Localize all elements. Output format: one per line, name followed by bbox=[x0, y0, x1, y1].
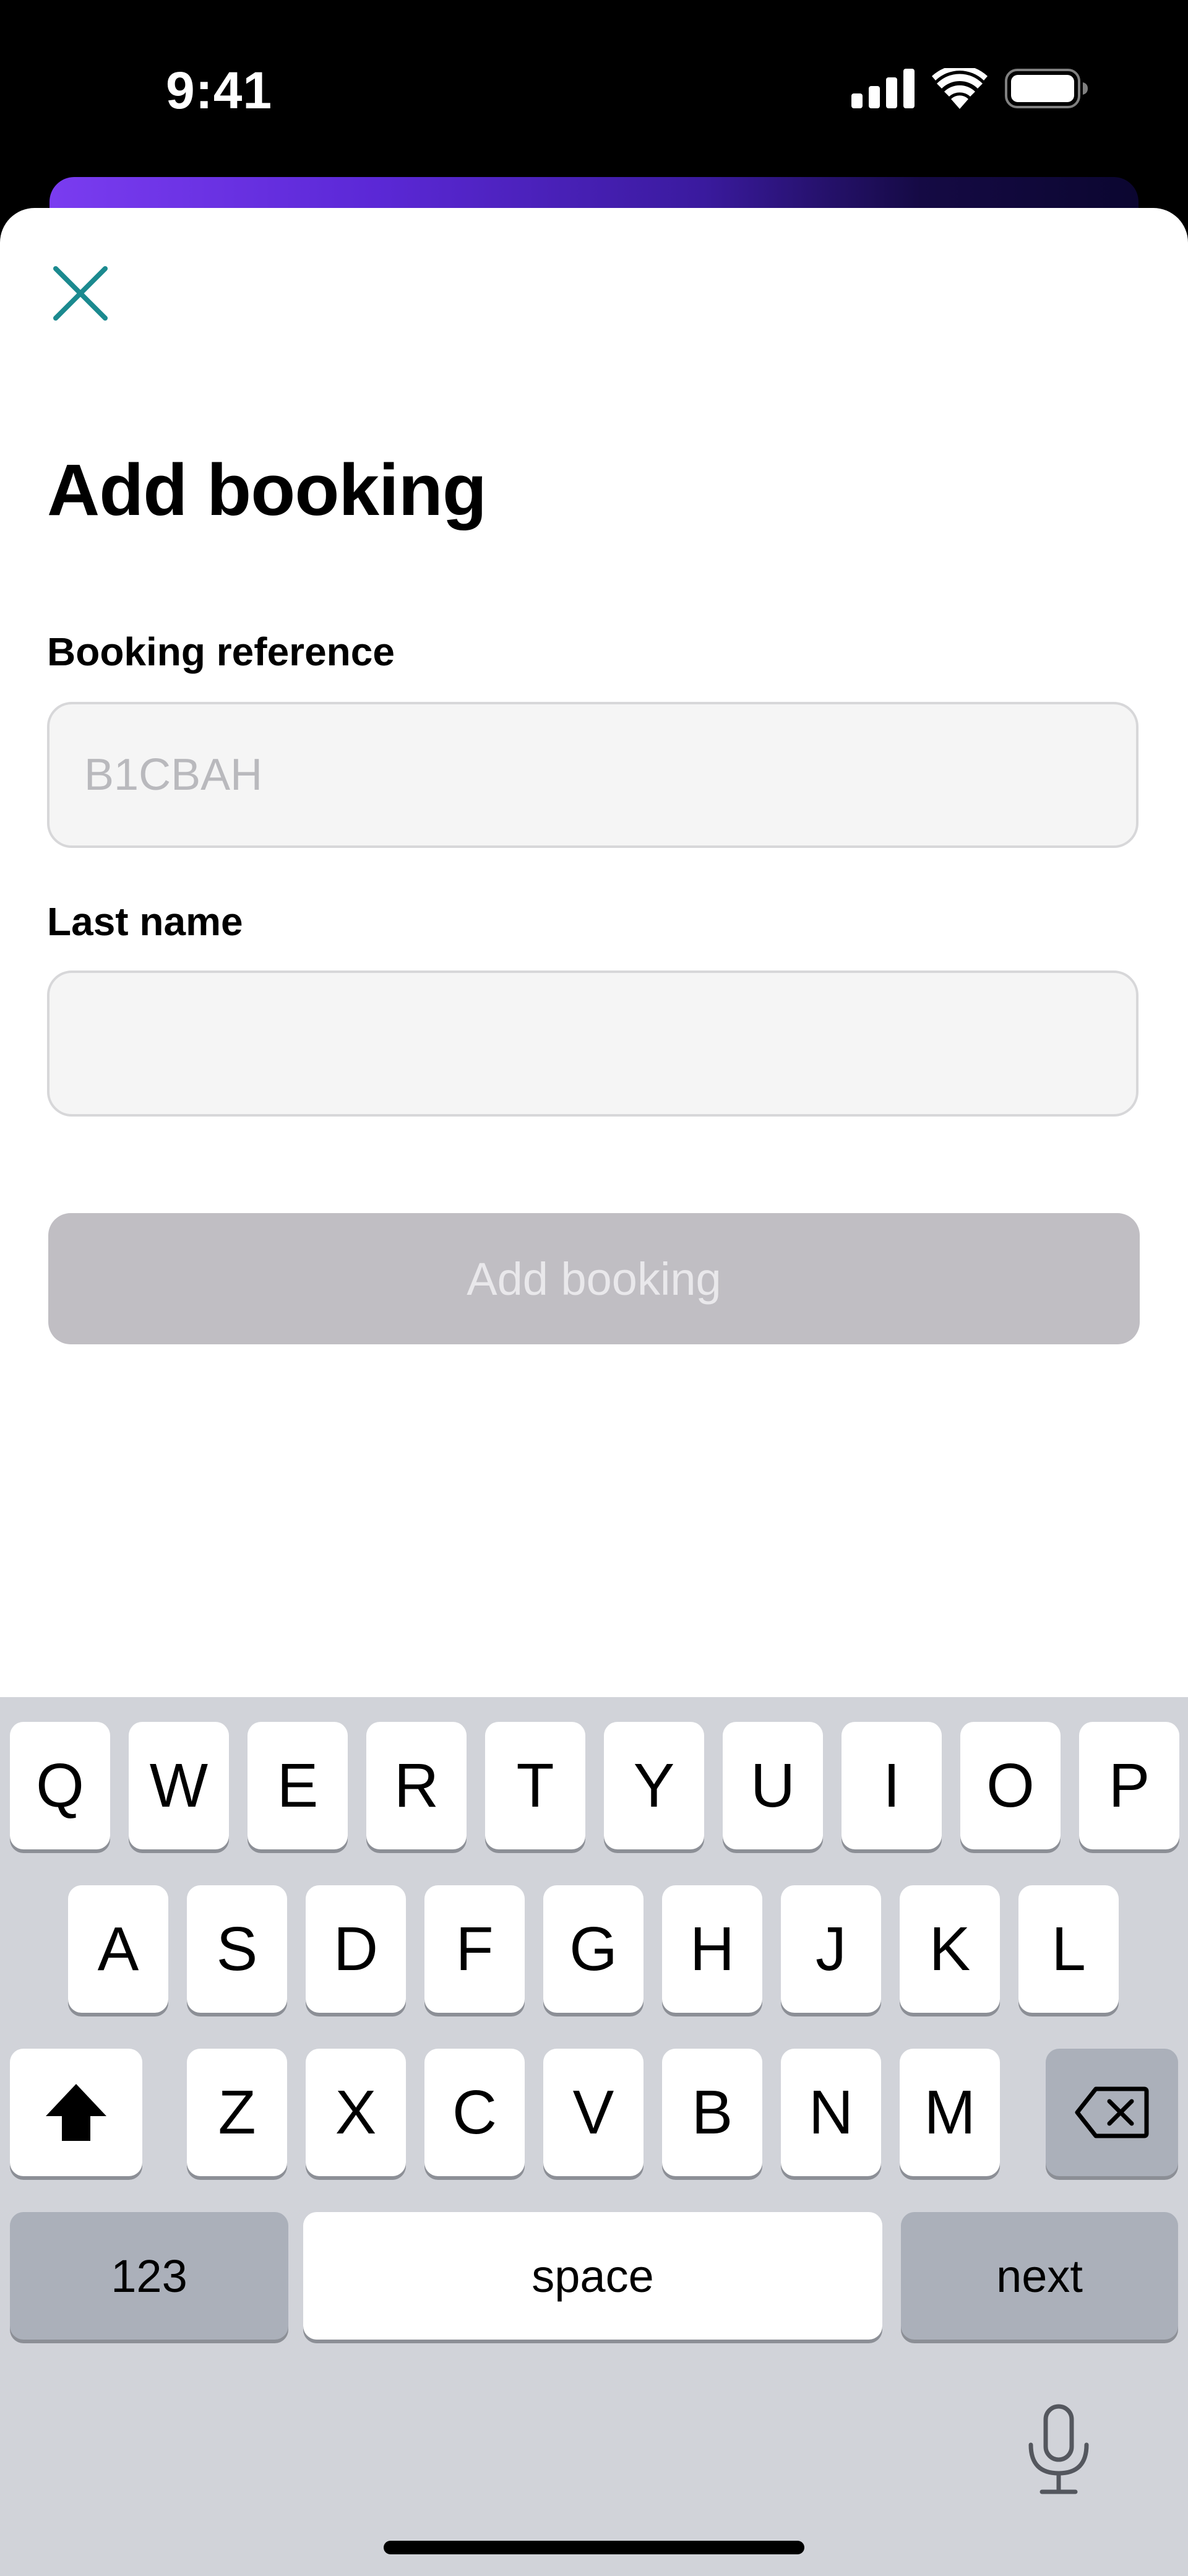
key-e[interactable]: E bbox=[248, 1722, 348, 1849]
key-h[interactable]: H bbox=[662, 1885, 762, 2013]
key-x[interactable]: X bbox=[306, 2049, 406, 2176]
status-icons bbox=[851, 68, 1089, 109]
wifi-icon bbox=[932, 68, 988, 109]
booking-reference-label: Booking reference bbox=[47, 629, 395, 674]
key-v[interactable]: V bbox=[543, 2049, 644, 2176]
key-n[interactable]: N bbox=[781, 2049, 881, 2176]
keyboard-row-2: A S D F G H J K L bbox=[0, 1885, 1188, 2013]
space-key[interactable]: space bbox=[303, 2212, 882, 2340]
key-c[interactable]: C bbox=[424, 2049, 525, 2176]
next-key[interactable]: next bbox=[901, 2212, 1178, 2340]
key-o[interactable]: O bbox=[960, 1722, 1061, 1849]
key-u[interactable]: U bbox=[723, 1722, 823, 1849]
key-i[interactable]: I bbox=[842, 1722, 942, 1849]
close-button[interactable] bbox=[50, 262, 111, 324]
key-j[interactable]: J bbox=[781, 1885, 881, 2013]
add-booking-button[interactable]: Add booking bbox=[48, 1213, 1140, 1344]
page-title: Add booking bbox=[47, 449, 487, 531]
microphone-icon bbox=[1028, 2404, 1089, 2494]
shift-icon bbox=[46, 2084, 106, 2141]
key-g[interactable]: G bbox=[543, 1885, 644, 2013]
close-icon bbox=[53, 266, 108, 321]
key-k[interactable]: K bbox=[900, 1885, 1000, 2013]
key-y[interactable]: Y bbox=[604, 1722, 704, 1849]
key-f[interactable]: F bbox=[424, 1885, 525, 2013]
battery-icon bbox=[1005, 69, 1088, 108]
keyboard-row-3: Z X C V B N M bbox=[0, 2049, 1188, 2176]
key-w[interactable]: W bbox=[129, 1722, 229, 1849]
add-booking-sheet: Add booking Booking reference Last name … bbox=[0, 208, 1188, 1697]
key-m[interactable]: M bbox=[900, 2049, 1000, 2176]
keyboard-row-1: Q W E R T Y U I O P bbox=[0, 1722, 1188, 1849]
booking-reference-input[interactable] bbox=[47, 702, 1138, 848]
backspace-key[interactable] bbox=[1046, 2049, 1178, 2176]
key-t[interactable]: T bbox=[485, 1722, 585, 1849]
key-z[interactable]: Z bbox=[187, 2049, 287, 2176]
key-b[interactable]: B bbox=[662, 2049, 762, 2176]
key-a[interactable]: A bbox=[68, 1885, 168, 2013]
numbers-key[interactable]: 123 bbox=[10, 2212, 288, 2340]
dictation-button[interactable] bbox=[1025, 2404, 1093, 2497]
status-time: 9:41 bbox=[166, 61, 273, 119]
key-p[interactable]: P bbox=[1079, 1722, 1179, 1849]
cellular-signal-icon bbox=[851, 69, 915, 108]
shift-key[interactable] bbox=[10, 2049, 142, 2176]
key-s[interactable]: S bbox=[187, 1885, 287, 2013]
key-l[interactable]: L bbox=[1018, 1885, 1119, 2013]
key-d[interactable]: D bbox=[306, 1885, 406, 2013]
on-screen-keyboard: Q W E R T Y U I O P A S D F G H J K L Z … bbox=[0, 1697, 1188, 2576]
status-bar: 9:41 bbox=[0, 0, 1188, 179]
key-q[interactable]: Q bbox=[10, 1722, 110, 1849]
backspace-icon bbox=[1075, 2086, 1149, 2138]
keyboard-row-4: 123 space next bbox=[0, 2212, 1188, 2340]
home-indicator[interactable] bbox=[384, 2541, 804, 2554]
last-name-input[interactable] bbox=[47, 970, 1138, 1117]
key-r[interactable]: R bbox=[366, 1722, 467, 1849]
last-name-label: Last name bbox=[47, 899, 243, 944]
